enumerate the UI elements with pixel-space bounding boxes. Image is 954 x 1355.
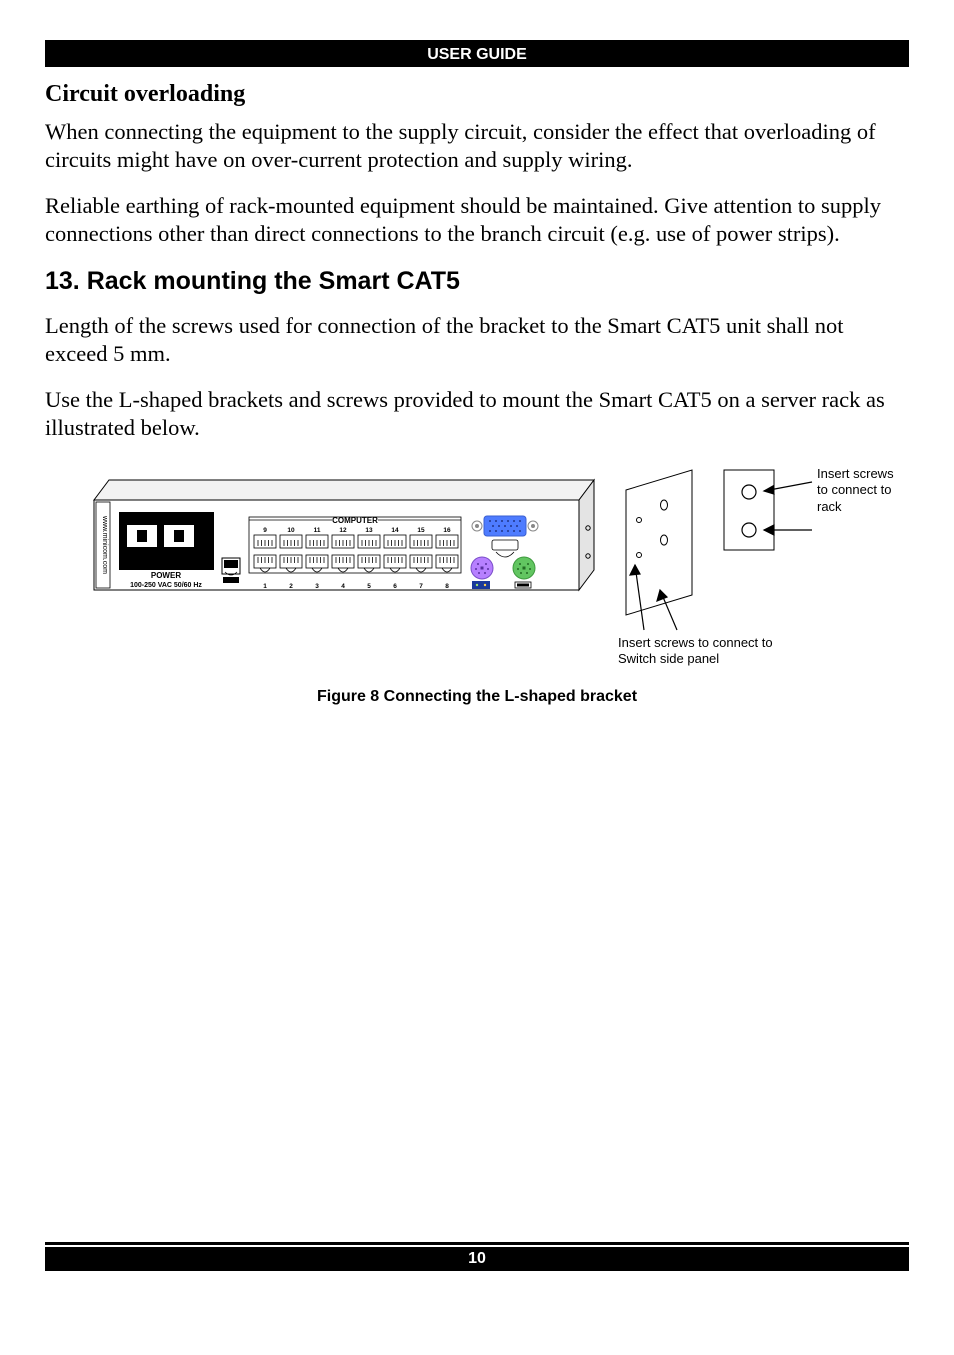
para-rack-2: Use the L-shaped brackets and screws pro…	[45, 386, 909, 442]
page-number: 10	[468, 1250, 486, 1267]
port-number-top: 16	[443, 527, 451, 534]
port-number-top: 9	[263, 527, 267, 534]
header-title: USER GUIDE	[427, 46, 527, 63]
port-number-top: 11	[314, 527, 321, 534]
bracket-outer-plate	[724, 470, 774, 550]
figure-bracket: www.minicom.com POWER 100-250 VAC 50/60 …	[64, 460, 890, 680]
callout-side-panel: Insert screws to connect to Switch side …	[618, 635, 798, 668]
label-power: POWER	[151, 571, 181, 580]
header-bar: USER GUIDE	[45, 40, 909, 67]
port-number-bottom: 3	[315, 583, 319, 590]
port-number-top: 13	[365, 527, 373, 534]
para-circuit-1: When connecting the equipment to the sup…	[45, 118, 909, 174]
port-number-bottom: 2	[289, 583, 293, 590]
port-number-bottom: 7	[419, 583, 423, 590]
footer: 10	[45, 1242, 909, 1271]
heading-circuit-overloading: Circuit overloading	[45, 81, 909, 108]
figure-caption: Figure 8 Connecting the L-shaped bracket	[45, 688, 909, 706]
port-number-top: 10	[287, 527, 295, 534]
port-number-bottom: 1	[263, 583, 267, 590]
device-side-text: www.minicom.com	[101, 515, 108, 574]
port-number-bottom: 6	[393, 583, 397, 590]
heading-rack-mounting: 13. Rack mounting the Smart CAT5	[45, 267, 909, 296]
para-circuit-2: Reliable earthing of rack-mounted equipm…	[45, 192, 909, 248]
port-number-top: 14	[391, 527, 399, 534]
port-number-top: 15	[417, 527, 425, 534]
label-power-rating: 100-250 VAC 50/60 Hz	[130, 582, 202, 589]
port-number-top: 12	[339, 527, 347, 534]
port-number-bottom: 5	[367, 583, 371, 590]
label-computer: COMPUTER	[332, 516, 378, 525]
device-body: www.minicom.com POWER 100-250 VAC 50/60 …	[94, 480, 594, 590]
para-rack-1: Length of the screws used for connection…	[45, 312, 909, 368]
callout-rack: Insert screws to connect to rack	[817, 466, 897, 515]
port-number-bottom: 4	[341, 583, 345, 590]
port-number-bottom: 8	[445, 583, 449, 590]
